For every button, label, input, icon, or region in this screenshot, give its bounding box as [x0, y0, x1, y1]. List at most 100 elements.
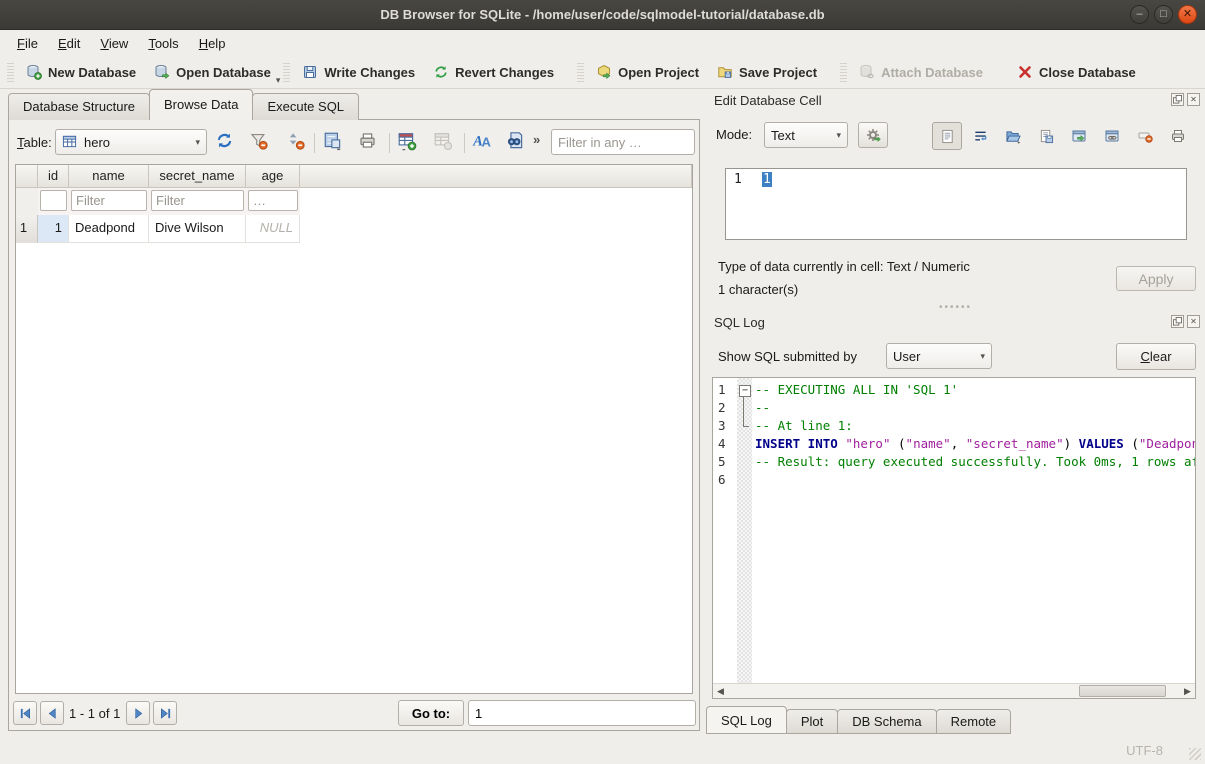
sql-log-view[interactable]: 1-- EXECUTING ALL IN 'SQL 1'2--3-- At li… — [712, 377, 1196, 699]
sql-log-line: 3-- At line 1: — [713, 417, 1195, 435]
resize-grip[interactable] — [1189, 748, 1201, 760]
clear-sort-icon[interactable] — [286, 131, 308, 153]
set-null-icon[interactable] — [1130, 122, 1160, 150]
close-panel-icon[interactable]: ✕ — [1187, 315, 1200, 328]
font-icon[interactable]: AA — [472, 131, 494, 153]
tab-db-schema[interactable]: DB Schema — [837, 709, 936, 734]
print-table-icon[interactable] — [358, 131, 380, 153]
menu-help[interactable]: Help — [190, 33, 235, 54]
data-grid: id name secret_name age 1 1 Deadpond Div… — [15, 164, 693, 694]
tab-plot[interactable]: Plot — [786, 709, 838, 734]
tab-remote[interactable]: Remote — [936, 709, 1012, 734]
column-header-name[interactable]: name — [69, 165, 149, 188]
word-wrap-icon[interactable] — [965, 122, 995, 150]
refresh-icon[interactable] — [215, 131, 237, 153]
maximize-icon[interactable]: □ — [1154, 5, 1173, 24]
column-header-age[interactable]: age — [246, 165, 300, 188]
close-panel-icon[interactable]: ✕ — [1187, 93, 1200, 106]
menu-edit[interactable]: Edit — [49, 33, 89, 54]
filter-input-name[interactable] — [71, 190, 147, 211]
edit-cell-dock-controls: ✕ — [1171, 93, 1200, 106]
open-database-button[interactable]: Open Database — [145, 60, 280, 84]
filter-input-secret-name[interactable] — [151, 190, 244, 211]
tab-database-structure[interactable]: Database Structure — [8, 93, 150, 120]
filter-input-id[interactable] — [40, 190, 67, 211]
mode-combo[interactable]: Text ▾ — [764, 122, 848, 148]
cell-name[interactable]: Deadpond — [69, 215, 149, 243]
cell-editor[interactable]: 1 1 — [725, 168, 1187, 240]
window-title: DB Browser for SQLite - /home/user/code/… — [380, 7, 824, 22]
column-header-id[interactable]: id — [38, 165, 69, 188]
tab-browse-data[interactable]: Browse Data — [149, 89, 253, 120]
sql-log-line: 5-- Result: query executed successfully.… — [713, 453, 1195, 471]
clear-filters-icon[interactable] — [249, 131, 271, 153]
main-toolbar: New Database Open Database ▾ Write Chang… — [0, 56, 1205, 89]
export-text-icon[interactable] — [1031, 122, 1061, 150]
column-header-filler — [300, 165, 692, 188]
last-page-button[interactable] — [153, 701, 177, 725]
float-panel-icon[interactable] — [1171, 315, 1184, 328]
revert-changes-button[interactable]: Revert Changes — [424, 60, 563, 84]
attach-database-button[interactable]: Attach Database — [850, 60, 992, 84]
auto-mode-button[interactable] — [858, 122, 888, 148]
tab-sql-log[interactable]: SQL Log — [706, 706, 787, 734]
table-combo[interactable]: hero ▾ — [55, 129, 207, 155]
splitter-handle[interactable]: •••••• — [706, 304, 1205, 312]
gear-icon — [865, 127, 881, 143]
first-page-button[interactable] — [13, 701, 37, 725]
close-database-button[interactable]: Close Database — [1008, 60, 1145, 84]
delete-record-icon[interactable] — [433, 131, 455, 153]
encoding-label: UTF-8 — [1126, 743, 1163, 758]
menu-tools[interactable]: Tools — [139, 33, 187, 54]
column-header-secret-name[interactable]: secret_name — [149, 165, 246, 188]
titlebar: DB Browser for SQLite - /home/user/code/… — [0, 0, 1205, 30]
insert-record-icon[interactable] — [397, 131, 419, 153]
apply-button[interactable]: Apply — [1116, 266, 1196, 291]
edit-cell-title: Edit Database Cell — [714, 93, 822, 108]
table-row: 1 1 Deadpond Dive Wilson NULL — [16, 215, 692, 243]
grid-filter-row — [16, 188, 692, 215]
toolbar-handle — [577, 62, 584, 82]
tab-execute-sql[interactable]: Execute SQL — [252, 93, 359, 120]
save-project-button[interactable]: Save Project — [708, 60, 826, 84]
horizontal-scrollbar[interactable]: ◀ ▶ — [713, 683, 1195, 698]
float-panel-icon[interactable] — [1171, 93, 1184, 106]
goto-button[interactable]: Go to: — [398, 700, 464, 726]
menu-file[interactable]: File — [8, 33, 47, 54]
text-mode-button[interactable] — [932, 122, 962, 150]
save-results-icon[interactable] — [323, 131, 345, 153]
grid-corner — [16, 165, 38, 188]
minimize-icon[interactable]: – — [1130, 5, 1149, 24]
open-database-dropdown-icon[interactable]: ▾ — [276, 75, 281, 88]
filter-input-age[interactable] — [248, 190, 298, 211]
close-icon[interactable]: ✕ — [1178, 5, 1197, 24]
scroll-right-icon[interactable]: ▶ — [1180, 684, 1195, 699]
menubar: File Edit View Tools Help — [0, 30, 1205, 56]
open-project-button[interactable]: Open Project — [587, 60, 708, 84]
toolbar-overflow-icon[interactable]: » — [533, 132, 540, 147]
sql-log-dock-controls: ✕ — [1171, 315, 1200, 328]
import-text-icon[interactable] — [998, 122, 1028, 150]
row-header[interactable]: 1 — [16, 215, 38, 243]
new-database-button[interactable]: New Database — [17, 60, 145, 84]
print-cell-icon[interactable] — [1163, 122, 1193, 150]
table-icon — [62, 134, 78, 150]
cell-age[interactable]: NULL — [246, 215, 300, 243]
scrollbar-thumb[interactable] — [1079, 685, 1166, 697]
scroll-left-icon[interactable]: ◀ — [713, 684, 728, 699]
clear-log-button[interactable]: Clear — [1116, 343, 1196, 370]
open-in-app-icon[interactable] — [1064, 122, 1094, 150]
sql-submitter-combo[interactable]: User ▾ — [886, 343, 992, 369]
cell-secret-name[interactable]: Dive Wilson — [149, 215, 246, 243]
previous-page-button[interactable] — [40, 701, 64, 725]
find-icon[interactable] — [505, 131, 527, 153]
right-dock: Edit Database Cell ✕ Mode: Text ▾ — [706, 88, 1205, 736]
goto-input[interactable] — [468, 700, 696, 726]
write-changes-button[interactable]: Write Changes — [293, 60, 424, 84]
next-page-button[interactable] — [126, 701, 150, 725]
filter-any-input[interactable] — [551, 129, 695, 155]
menu-view[interactable]: View — [91, 33, 137, 54]
sql-log-line: 6 — [713, 471, 1195, 489]
link-file-icon[interactable] — [1097, 122, 1127, 150]
cell-id[interactable]: 1 — [38, 215, 69, 243]
